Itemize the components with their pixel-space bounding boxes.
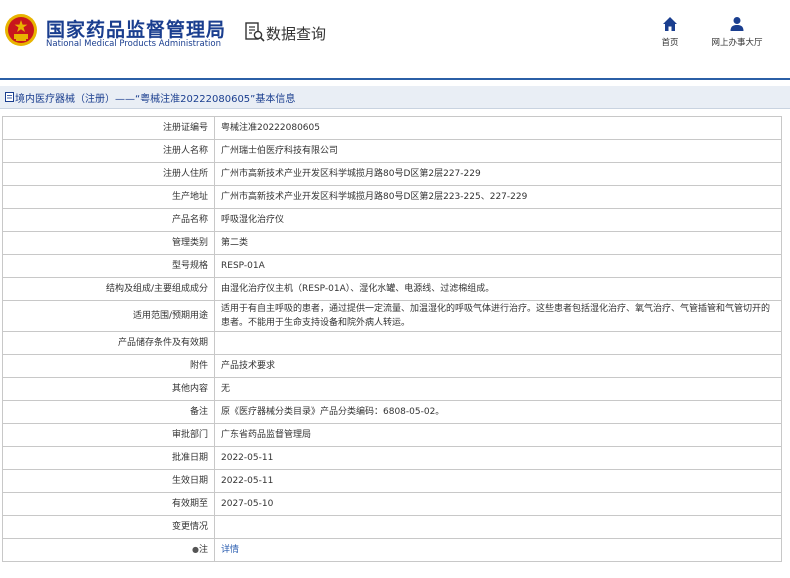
table-row: 注册人住所 广州市高新技术产业开发区科学城揽月路80号D区第2层227-229 xyxy=(2,162,782,186)
field-value: 2022-05-11 xyxy=(214,469,782,493)
nav-home-label: 首页 xyxy=(661,38,679,48)
table-row: 注册人名称 广州瑞士伯医疗科技有限公司 xyxy=(2,139,782,163)
page-title-bar: 境内医疗器械（注册）——“粤械注准20222080605”基本信息 xyxy=(0,86,790,109)
table-row: 备注 原《医疗器械分类目录》产品分类编码：6808-05-02。 xyxy=(2,400,782,424)
field-value: 广东省药品监督管理局 xyxy=(214,423,782,447)
field-label: 产品名称 xyxy=(2,208,215,232)
lightbulb-icon: ● xyxy=(192,545,199,554)
field-value: 产品技术要求 xyxy=(214,354,782,378)
note-label: ●注 xyxy=(2,538,215,562)
field-label: 管理类别 xyxy=(2,231,215,255)
document-search-icon xyxy=(245,22,265,42)
device-info-table: 注册证编号 粤械注准20222080605 注册人名称 广州瑞士伯医疗科技有限公司 … xyxy=(2,116,782,562)
field-value: 原《医疗器械分类目录》产品分类编码：6808-05-02。 xyxy=(214,400,782,424)
header-divider xyxy=(0,78,790,80)
nav-online-service-hall[interactable]: 网上办事大厅 xyxy=(704,16,770,48)
field-value: 广州市高新技术产业开发区科学城揽月路80号D区第2层223-225、227-22… xyxy=(214,185,782,209)
field-label: 其他内容 xyxy=(2,377,215,401)
field-value: 2027-05-10 xyxy=(214,492,782,516)
details-link[interactable]: 详情 xyxy=(221,545,239,555)
table-row: 型号规格 RESP-01A xyxy=(2,254,782,278)
field-value: RESP-01A xyxy=(214,254,782,278)
field-label: 变更情况 xyxy=(2,515,215,539)
table-row: 管理类别 第二类 xyxy=(2,231,782,255)
site-header: 国家药品监督管理局 National Medical Products Admi… xyxy=(0,0,790,70)
field-label: 审批部门 xyxy=(2,423,215,447)
logo-title: 国家药品监督管理局 xyxy=(46,19,227,41)
field-label: 备注 xyxy=(2,400,215,424)
field-value: 无 xyxy=(214,377,782,401)
table-row: 附件 产品技术要求 xyxy=(2,354,782,378)
field-label: 型号规格 xyxy=(2,254,215,278)
table-row: 生产地址 广州市高新技术产业开发区科学城揽月路80号D区第2层223-225、22… xyxy=(2,185,782,209)
nav-service-label: 网上办事大厅 xyxy=(711,38,763,48)
table-row: 变更情况 xyxy=(2,515,782,539)
table-row: 结构及组成/主要组成成分 由湿化治疗仪主机（RESP-01A）、湿化水罐、电源线、… xyxy=(2,277,782,301)
nav-home[interactable]: 首页 xyxy=(652,16,688,48)
table-row: 生效日期 2022-05-11 xyxy=(2,469,782,493)
table-row: 审批部门 广东省药品监督管理局 xyxy=(2,423,782,447)
field-value: 适用于有自主呼吸的患者，通过提供一定流量、加温湿化的呼吸气体进行治疗。这些患者包… xyxy=(214,300,782,332)
table-row: 产品储存条件及有效期 xyxy=(2,331,782,355)
table-row: 其他内容无 xyxy=(2,377,782,401)
field-label: 注册人名称 xyxy=(2,139,215,163)
table-row: 适用范围/预期用途 适用于有自主呼吸的患者，通过提供一定流量、加温湿化的呼吸气体进… xyxy=(2,300,782,332)
user-icon xyxy=(730,17,744,31)
national-emblem-icon xyxy=(5,14,37,46)
field-label: 结构及组成/主要组成成分 xyxy=(2,277,215,301)
logo-subtitle: National Medical Products Administration xyxy=(46,39,221,49)
table-row: 产品名称 呼吸湿化治疗仪 xyxy=(2,208,782,232)
table-row: 注册证编号 粤械注准20222080605 xyxy=(2,116,782,140)
field-label: 产品储存条件及有效期 xyxy=(2,331,215,355)
field-value xyxy=(214,515,782,539)
field-label: 生效日期 xyxy=(2,469,215,493)
document-icon xyxy=(5,92,14,102)
field-value: 广州瑞士伯医疗科技有限公司 xyxy=(214,139,782,163)
page-title: 境内医疗器械（注册）——“粤械注准20222080605”基本信息 xyxy=(15,94,296,105)
field-label: 批准日期 xyxy=(2,446,215,470)
field-label: 注 xyxy=(198,545,208,555)
field-value: 由湿化治疗仪主机（RESP-01A）、湿化水罐、电源线、过滤棉组成。 xyxy=(214,277,782,301)
field-value xyxy=(214,331,782,355)
table-row: ●注 详情 xyxy=(2,538,782,562)
field-label: 注册证编号 xyxy=(2,116,215,140)
field-value: 2022-05-11 xyxy=(214,446,782,470)
home-icon xyxy=(663,17,677,31)
field-label: 附件 xyxy=(2,354,215,378)
field-label: 生产地址 xyxy=(2,185,215,209)
field-label: 有效期至 xyxy=(2,492,215,516)
field-label: 注册人住所 xyxy=(2,162,215,186)
field-value: 详情 xyxy=(214,538,782,562)
field-value: 第二类 xyxy=(214,231,782,255)
table-row: 批准日期 2022-05-11 xyxy=(2,446,782,470)
field-value: 粤械注准20222080605 xyxy=(214,116,782,140)
field-label: 适用范围/预期用途 xyxy=(2,300,215,332)
data-query-label: 数据查询 xyxy=(266,25,327,43)
table-row: 有效期至 2027-05-10 xyxy=(2,492,782,516)
field-value: 广州市高新技术产业开发区科学城揽月路80号D区第2层227-229 xyxy=(214,162,782,186)
field-value: 呼吸湿化治疗仪 xyxy=(214,208,782,232)
